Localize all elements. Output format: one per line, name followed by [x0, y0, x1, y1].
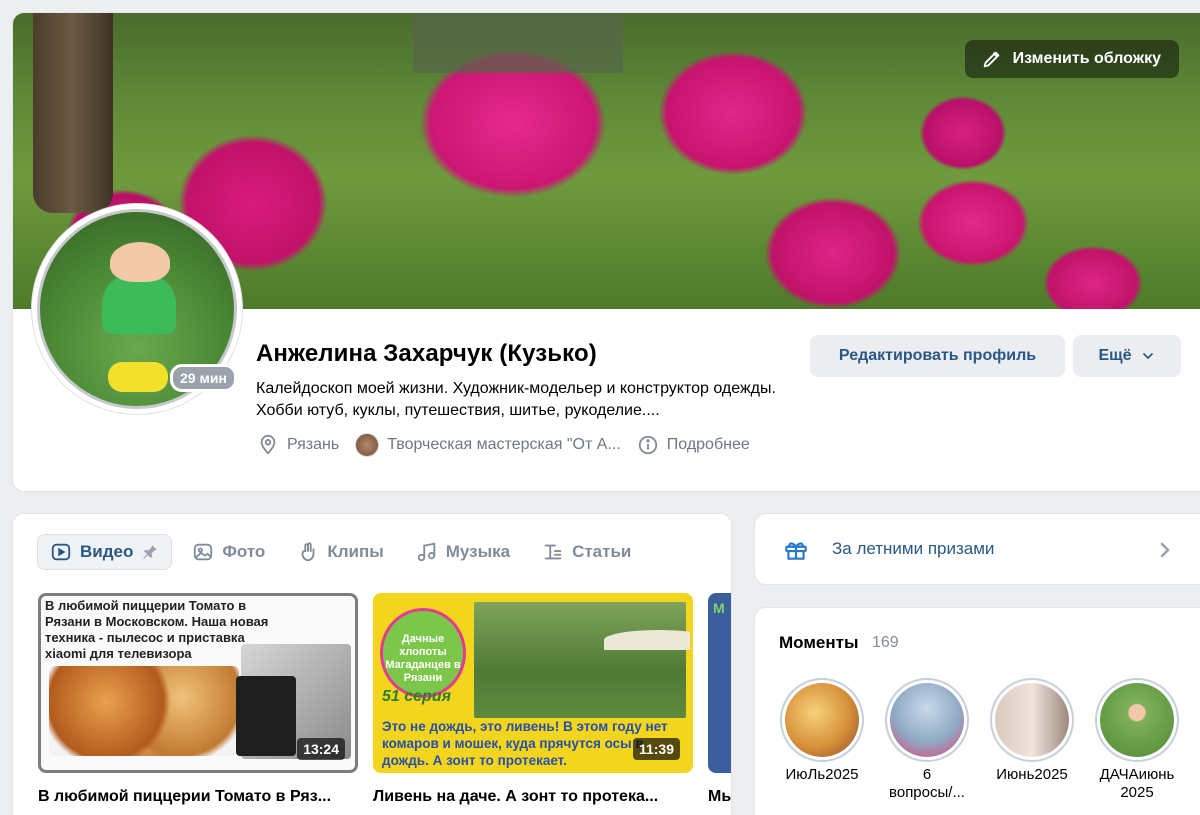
video-1-device-box [236, 676, 296, 756]
video-3-title[interactable]: Мы [708, 788, 731, 806]
tab-articles-label: Статьи [572, 542, 632, 561]
chevron-down-icon [1142, 353, 1153, 360]
video-2-series: 51 серия [382, 688, 452, 705]
city-label: Рязань [287, 436, 340, 453]
moment-ring [885, 678, 969, 762]
tab-photo[interactable]: Фото [180, 534, 277, 570]
cover-tree-trunk [33, 13, 113, 213]
photo-icon [194, 543, 213, 561]
details-label: Подробнее [666, 436, 750, 453]
moment-ring [1095, 678, 1179, 762]
moment-image [1100, 683, 1174, 757]
video-3-thumb-text: М [713, 600, 725, 616]
video-2-title[interactable]: Ливень на даче. А зонт то протека... [373, 788, 693, 806]
profile-city[interactable]: Рязань [257, 434, 339, 456]
moments-card: Моменты 169 ИюЛь2025 6 вопросы/... Июнь2… [754, 607, 1200, 815]
moment-label: ДАЧАиюнь 2025 [1099, 766, 1175, 801]
profile-details-link[interactable]: Подробнее [637, 434, 750, 456]
tab-articles[interactable]: Статьи [530, 534, 643, 570]
info-icon [638, 435, 657, 455]
profile-status: Калейдоскоп моей жизни. Художник-моделье… [256, 380, 776, 419]
video-thumbnail-2[interactable]: Дачные хлопоты Магаданцев в Рязани 51 се… [373, 593, 693, 773]
clips-icon [301, 542, 315, 562]
moment-image [785, 683, 859, 757]
pin-icon [143, 545, 158, 559]
moment-ring [990, 678, 1074, 762]
avatar-face [110, 242, 170, 282]
moment-label: ИюЛь2025 [785, 766, 859, 783]
video-2-duration: 11:39 [632, 738, 680, 760]
moments-count: 169 [872, 634, 899, 651]
moment-image [995, 683, 1069, 757]
video-1-title[interactable]: В любимой пиццерии Томато в Ряз... [38, 788, 358, 806]
video-icon [51, 543, 71, 561]
community-avatar [355, 433, 380, 457]
tab-video[interactable]: Видео [37, 534, 173, 570]
profile-name: Анжелина Захарчук (Кузько) [256, 340, 597, 367]
tab-music-label: Музыка [445, 542, 511, 561]
tab-clips[interactable]: Клипы [285, 534, 395, 570]
moment-label: Июнь2025 [996, 766, 1068, 783]
video-2-garden-photo [474, 602, 690, 718]
moment-item[interactable]: ДАЧАиюнь 2025 [1094, 678, 1180, 802]
tab-music[interactable]: Музыка [404, 534, 522, 570]
edit-profile-button[interactable]: Редактировать профиль [810, 335, 1065, 377]
video-1-duration: 13:24 [297, 738, 345, 760]
moment-label: 6 вопросы/... [889, 766, 965, 801]
profile-community[interactable]: Творческая мастерская "От А... [355, 433, 621, 457]
music-icon [417, 542, 435, 562]
moment-item[interactable]: 6 вопросы/... [884, 678, 970, 802]
content-card: Видео Фото Клипы Музыка Статьи В любимой… [12, 513, 732, 815]
moment-ring [780, 678, 864, 762]
avatar-watering-can [108, 362, 168, 392]
change-cover-label: Изменить обложку [1012, 50, 1161, 67]
online-badge: 29 мин [170, 364, 237, 392]
more-label: Ещё [1098, 347, 1132, 364]
tab-photo-label: Фото [222, 542, 266, 561]
video-thumbnail-1[interactable]: В любимой пиццерии Томато в Рязани в Мос… [38, 593, 358, 773]
summer-prizes-banner[interactable]: За летними призами [754, 513, 1200, 585]
moment-item[interactable]: ИюЛь2025 [779, 678, 865, 784]
tab-clips-label: Клипы [327, 542, 384, 561]
location-icon [260, 434, 276, 455]
video-2-umbrella [604, 630, 690, 650]
moment-item[interactable]: Июнь2025 [989, 678, 1075, 784]
articles-icon [544, 544, 562, 560]
moments-title: Моменты [779, 633, 859, 652]
change-cover-button[interactable]: Изменить обложку [964, 40, 1179, 78]
chevron-right-icon [1160, 542, 1170, 558]
video-thumbnail-3[interactable]: М [708, 593, 731, 773]
content-tabs: Видео Фото Клипы Музыка Статьи [37, 534, 643, 570]
video-1-food-collage [49, 666, 239, 756]
more-button[interactable]: Ещё [1073, 335, 1181, 377]
profile-meta: Рязань Творческая мастерская "От А... По… [257, 433, 750, 457]
community-label: Творческая мастерская "От А... [387, 436, 621, 453]
summer-prizes-label: За летними призами [832, 539, 995, 558]
video-2-logo: Дачные хлопоты Магаданцев в Рязани [380, 608, 466, 698]
gift-icon [785, 542, 807, 560]
cover-shed [413, 13, 623, 73]
avatar-shirt [102, 274, 176, 334]
pencil-icon [983, 51, 999, 68]
tab-video-label: Видео [80, 542, 134, 561]
moment-image [890, 683, 964, 757]
